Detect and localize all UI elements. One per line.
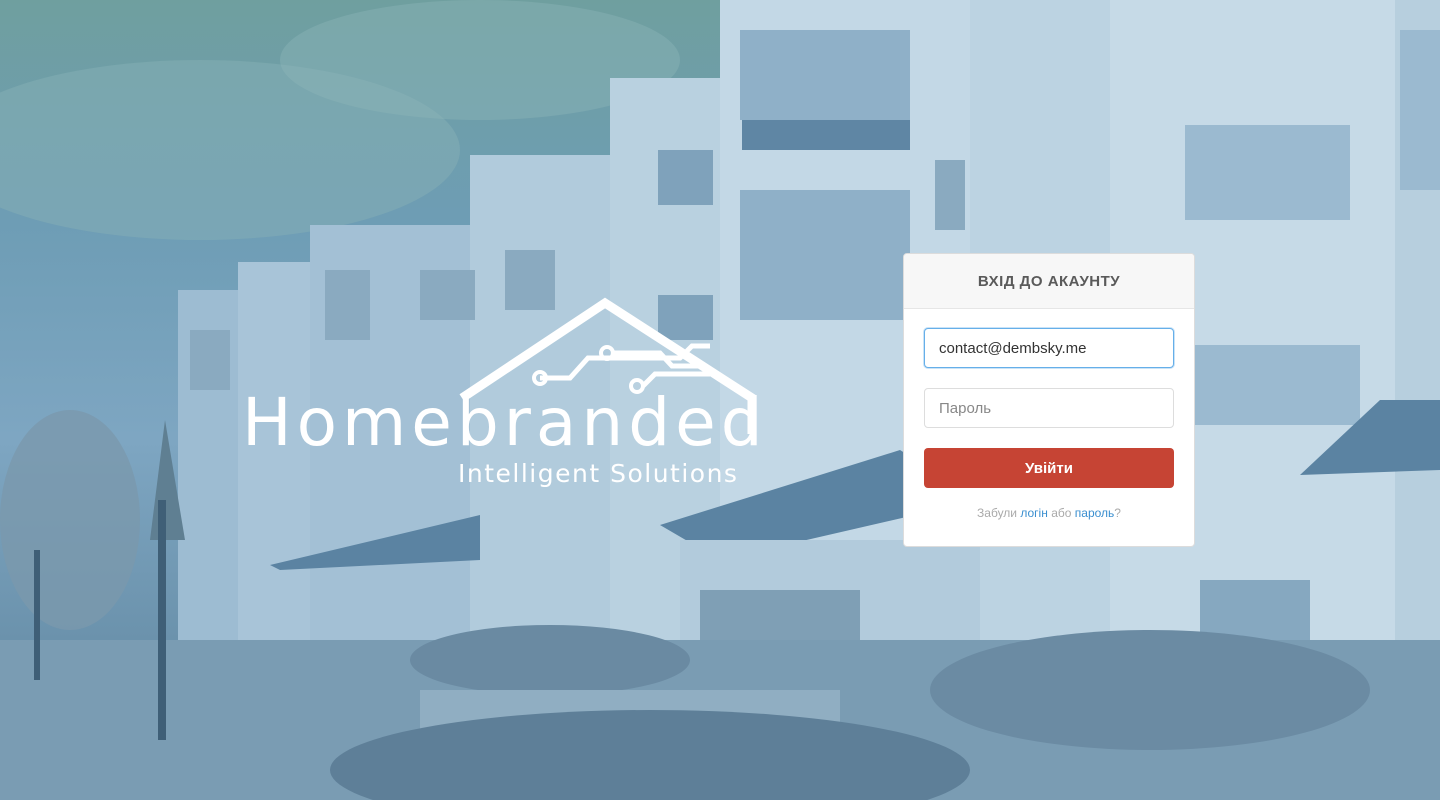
forgot-connector: або [1051,506,1072,520]
homebranded-logo: Homebranded Intelligent Solutions [240,296,763,496]
login-card-header: ВХІД ДО АКАУНТУ [904,254,1194,309]
login-button[interactable]: Увійти [924,448,1174,488]
password-input[interactable] [924,388,1174,428]
forgot-suffix: ? [1114,506,1121,520]
forgot-login-link[interactable]: логін [1020,506,1047,520]
forgot-credentials-text: Забули логін або пароль? [904,506,1194,520]
login-card: ВХІД ДО АКАУНТУ Увійти Забули логін або … [903,253,1195,547]
email-input[interactable] [924,328,1174,368]
brand-subtitle: Intelligent Solutions [458,459,739,488]
forgot-password-link[interactable]: пароль [1075,506,1115,520]
brand-title: Homebranded [242,384,768,461]
forgot-prefix: Забули [977,506,1018,520]
